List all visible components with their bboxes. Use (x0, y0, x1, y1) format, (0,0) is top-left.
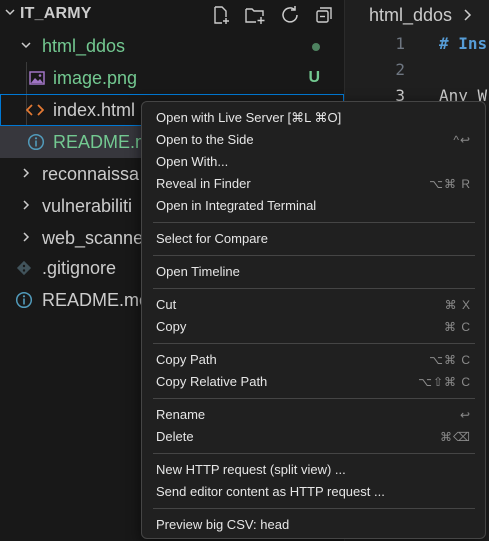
new-folder-icon[interactable] (244, 4, 266, 26)
explorer-title[interactable]: IT_ARMY (4, 5, 92, 23)
file-label: index.html (53, 100, 136, 120)
info-icon (26, 126, 46, 158)
file-label: .gitignore (42, 258, 117, 278)
new-file-icon[interactable] (210, 4, 232, 26)
refresh-icon[interactable] (279, 4, 301, 26)
menu-item-open-timeline[interactable]: Open Timeline (146, 261, 481, 283)
menu-item-label: New HTTP request (split view) ... (156, 462, 346, 477)
file-label: README.mc (42, 290, 149, 310)
info-icon (14, 284, 34, 316)
folder-label: html_ddos (42, 36, 126, 56)
menu-item-open-in-terminal[interactable]: Open in Integrated Terminal (146, 195, 481, 217)
folder-label: reconnaissa (42, 164, 140, 184)
menu-item-select-for-compare[interactable]: Select for Compare (146, 228, 481, 250)
menu-item-cut[interactable]: Cut ⌘ X (146, 294, 481, 316)
menu-item-open-with[interactable]: Open With... (146, 151, 481, 173)
menu-item-label: Copy Path (156, 352, 217, 367)
menu-item-label: Delete (156, 429, 194, 444)
chevron-right-icon (18, 222, 34, 254)
menu-separator (153, 288, 475, 289)
chevron-down-icon (18, 30, 34, 62)
menu-item-new-http-request[interactable]: New HTTP request (split view) ... (146, 459, 481, 481)
menu-separator (153, 222, 475, 223)
tree-file-image-png[interactable]: image.png U (0, 62, 344, 94)
collapse-all-icon[interactable] (313, 4, 335, 26)
menu-item-copy-relative-path[interactable]: Copy Relative Path ⌥⇧⌘ C (146, 371, 481, 393)
menu-item-open-live-server[interactable]: Open with Live Server [⌘L ⌘O] (146, 107, 481, 129)
context-menu: Open with Live Server [⌘L ⌘O] Open to th… (141, 101, 486, 539)
menu-item-label: Open With... (156, 154, 229, 169)
folder-label: vulnerabiliti (42, 196, 133, 216)
chevron-down-icon (4, 5, 20, 23)
git-icon (14, 252, 34, 284)
menu-item-shortcut: ↩ (459, 408, 471, 422)
image-file-icon (27, 62, 47, 94)
line-number: 1 (395, 34, 405, 53)
menu-item-open-to-side[interactable]: Open to the Side ^↩ (146, 129, 481, 151)
breadcrumb[interactable]: html_ddos (369, 5, 473, 27)
menu-item-label: Copy Relative Path (156, 374, 268, 389)
menu-item-shortcut: ^↩ (453, 133, 471, 147)
workspace-name: IT_ARMY (20, 5, 92, 22)
menu-item-label: Send editor content as HTTP request ... (156, 484, 385, 499)
menu-item-rename[interactable]: Rename ↩ (146, 404, 481, 426)
menu-item-shortcut: ⌥⌘ C (429, 353, 471, 367)
menu-item-shortcut: ⌥⇧⌘ C (418, 375, 471, 389)
menu-item-delete[interactable]: Delete ⌘⌫ (146, 426, 481, 448)
menu-separator (153, 508, 475, 509)
menu-item-shortcut: ⌘ X (444, 298, 471, 312)
tree-folder-html-ddos[interactable]: html_ddos (0, 30, 344, 62)
menu-item-preview-csv[interactable]: Preview big CSV: head (146, 514, 481, 536)
breadcrumb-item[interactable]: html_ddos (369, 5, 452, 25)
menu-item-copy[interactable]: Copy ⌘ C (146, 316, 481, 338)
menu-item-shortcut: ⌘⌫ (440, 430, 471, 444)
menu-item-label: Open to the Side (156, 132, 254, 147)
menu-item-copy-path[interactable]: Copy Path ⌥⌘ C (146, 349, 481, 371)
line-number: 2 (395, 60, 405, 79)
code-line[interactable]: # Ins (439, 34, 487, 53)
menu-item-label: Copy (156, 319, 187, 334)
menu-item-shortcut: ⌘ C (444, 320, 471, 334)
menu-item-label: Open with Live Server [⌘L ⌘O] (156, 110, 342, 125)
modified-dot (312, 43, 320, 51)
menu-item-label: Select for Compare (156, 231, 268, 246)
file-label: README.m (53, 132, 151, 152)
menu-item-send-http-request[interactable]: Send editor content as HTTP request ... (146, 481, 481, 503)
folder-label: web_scanne (42, 228, 144, 248)
html-file-icon (25, 94, 45, 126)
menu-item-shortcut: ⌥⌘ R (429, 177, 471, 191)
menu-separator (153, 343, 475, 344)
menu-separator (153, 398, 475, 399)
menu-item-label: Reveal in Finder (156, 176, 251, 191)
menu-item-label: Open Timeline (156, 264, 240, 279)
menu-separator (153, 255, 475, 256)
chevron-right-icon (463, 6, 473, 27)
menu-item-label: Open in Integrated Terminal (156, 198, 317, 213)
menu-item-label: Preview big CSV: head (156, 517, 290, 532)
untracked-badge: U (308, 69, 320, 86)
menu-item-label: Cut (156, 297, 177, 312)
chevron-right-icon (18, 158, 34, 190)
explorer-header: IT_ARMY (0, 0, 344, 30)
menu-item-reveal-in-finder[interactable]: Reveal in Finder ⌥⌘ R (146, 173, 481, 195)
menu-item-label: Rename (156, 407, 206, 422)
file-label: image.png (53, 68, 138, 88)
menu-separator (153, 453, 475, 454)
chevron-right-icon (18, 190, 34, 222)
